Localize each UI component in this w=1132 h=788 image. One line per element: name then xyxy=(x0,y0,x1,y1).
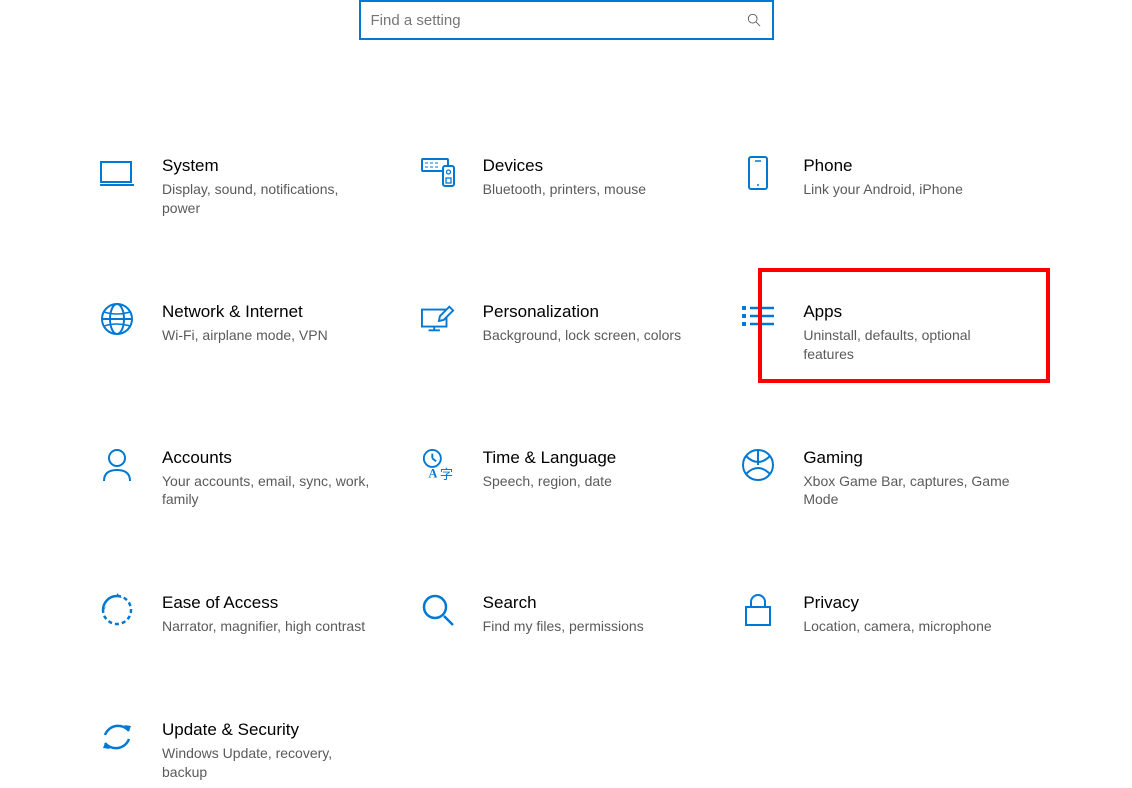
tile-personalization[interactable]: Personalization Background, lock screen,… xyxy=(421,296,712,370)
search-container xyxy=(0,0,1132,40)
tile-desc: Find my files, permissions xyxy=(483,617,693,636)
system-icon xyxy=(100,156,134,190)
tile-desc: Display, sound, notifications, power xyxy=(162,180,372,218)
tile-desc: Bluetooth, printers, mouse xyxy=(483,180,693,199)
tile-title: Update & Security xyxy=(162,720,385,740)
tile-accounts[interactable]: Accounts Your accounts, email, sync, wor… xyxy=(100,442,391,516)
tile-desc: Speech, region, date xyxy=(483,472,693,491)
tile-title: Ease of Access xyxy=(162,593,385,613)
tile-phone[interactable]: Phone Link your Android, iPhone xyxy=(741,150,1032,224)
tile-title: Devices xyxy=(483,156,706,176)
tile-ease-of-access[interactable]: Ease of Access Narrator, magnifier, high… xyxy=(100,587,391,642)
update-icon xyxy=(100,720,134,754)
tile-desc: Background, lock screen, colors xyxy=(483,326,693,345)
tile-system[interactable]: System Display, sound, notifications, po… xyxy=(100,150,391,224)
tile-network[interactable]: Network & Internet Wi-Fi, airplane mode,… xyxy=(100,296,391,370)
tile-time-language[interactable]: A 字 Time & Language Speech, region, date xyxy=(421,442,712,516)
privacy-icon xyxy=(741,593,775,627)
search-category-icon xyxy=(421,593,455,627)
devices-icon xyxy=(421,156,455,190)
tile-title: Personalization xyxy=(483,302,706,322)
search-input[interactable] xyxy=(371,12,746,29)
globe-icon xyxy=(100,302,134,336)
tile-title: Time & Language xyxy=(483,448,706,468)
tile-privacy[interactable]: Privacy Location, camera, microphone xyxy=(741,587,1032,642)
tile-title: Gaming xyxy=(803,448,1026,468)
tile-title: Search xyxy=(483,593,706,613)
tile-desc: Your accounts, email, sync, work, family xyxy=(162,472,372,510)
tile-title: Privacy xyxy=(803,593,1026,613)
tile-title: System xyxy=(162,156,385,176)
tile-desc: Link your Android, iPhone xyxy=(803,180,1013,199)
tile-update-security[interactable]: Update & Security Windows Update, recove… xyxy=(100,714,391,788)
svg-text:字: 字 xyxy=(440,467,453,482)
search-icon xyxy=(746,12,762,28)
tile-devices[interactable]: Devices Bluetooth, printers, mouse xyxy=(421,150,712,224)
accounts-icon xyxy=(100,448,134,482)
time-language-icon: A 字 xyxy=(421,448,455,482)
tile-title: Apps xyxy=(803,302,1026,322)
settings-grid: System Display, sound, notifications, po… xyxy=(100,150,1032,788)
svg-text:A: A xyxy=(428,466,437,480)
ease-of-access-icon xyxy=(100,593,134,627)
tile-desc: Narrator, magnifier, high contrast xyxy=(162,617,372,636)
tile-desc: Uninstall, defaults, optional features xyxy=(803,326,1013,364)
apps-icon xyxy=(741,302,775,336)
tile-gaming[interactable]: Gaming Xbox Game Bar, captures, Game Mod… xyxy=(741,442,1032,516)
search-box[interactable] xyxy=(359,0,774,40)
tile-apps[interactable]: Apps Uninstall, defaults, optional featu… xyxy=(741,296,1032,370)
gaming-icon xyxy=(741,448,775,482)
tile-title: Network & Internet xyxy=(162,302,385,322)
tile-desc: Wi-Fi, airplane mode, VPN xyxy=(162,326,372,345)
tile-desc: Xbox Game Bar, captures, Game Mode xyxy=(803,472,1013,510)
tile-desc: Windows Update, recovery, backup xyxy=(162,744,372,782)
tile-search[interactable]: Search Find my files, permissions xyxy=(421,587,712,642)
tile-desc: Location, camera, microphone xyxy=(803,617,1013,636)
personalization-icon xyxy=(421,302,455,336)
tile-title: Accounts xyxy=(162,448,385,468)
tile-title: Phone xyxy=(803,156,1026,176)
phone-icon xyxy=(741,156,775,190)
